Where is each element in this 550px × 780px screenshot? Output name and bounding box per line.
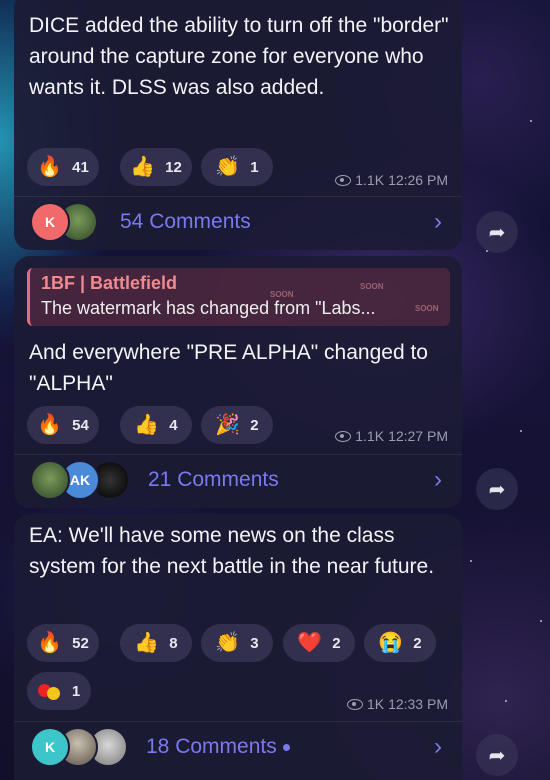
share-icon: ➦	[488, 221, 506, 244]
post-meta: 1.1K 12:27 PM	[335, 428, 448, 444]
reaction-count: 2	[250, 416, 259, 434]
reaction-dots[interactable]: 1	[27, 672, 91, 710]
red-yellow-dots-icon	[37, 682, 62, 700]
reaction-count: 2	[413, 634, 422, 652]
commenter-avatars: K	[30, 202, 120, 242]
star	[520, 430, 522, 432]
reaction-count: 4	[169, 416, 178, 434]
comments-button[interactable]: K 54 Comments ›	[14, 197, 462, 247]
reaction-count: 54	[72, 416, 89, 434]
post-text: DICE added the ability to turn off the "…	[29, 14, 449, 99]
view-count: 1K	[366, 696, 385, 712]
avatar: K	[30, 202, 70, 242]
reaction-count: 2	[332, 634, 341, 652]
reaction-party[interactable]: 🎉 2	[201, 406, 273, 444]
comments-label: 54 Comments	[120, 210, 251, 233]
fire-icon: 🔥	[37, 632, 63, 654]
reaction-count: 8	[169, 634, 178, 652]
fire-icon: 🔥	[37, 414, 63, 436]
reaction-fire[interactable]: 🔥 54	[27, 406, 99, 444]
share-button[interactable]: ➦	[476, 211, 518, 253]
reaction-fire[interactable]: 🔥 41	[27, 148, 99, 186]
reaction-thumbs-up[interactable]: 👍 12	[120, 148, 192, 186]
fire-icon: 🔥	[37, 156, 63, 178]
reaction-fire[interactable]: 🔥 52	[27, 624, 99, 662]
eye-icon	[335, 430, 352, 442]
post-meta: 1K 12:33 PM	[346, 696, 448, 712]
reaction-clap[interactable]: 👏 1	[201, 148, 273, 186]
reaction-count: 1	[250, 158, 259, 176]
post-time: 12:27 PM	[388, 428, 448, 444]
reaction-clap[interactable]: 👏 3	[201, 624, 273, 662]
reaction-count: 52	[72, 634, 89, 652]
reaction-count: 1	[71, 682, 81, 700]
comments-label: 18 Comments	[146, 735, 290, 759]
reaction-thumbs-up[interactable]: 👍 8	[120, 624, 192, 662]
view-count: 1.1K	[355, 172, 385, 188]
eye-icon	[335, 174, 352, 186]
reaction-heart[interactable]: ❤️ 2	[283, 624, 355, 662]
clap-icon: 👏	[215, 156, 241, 178]
commenter-avatars: AK	[30, 460, 148, 500]
channel-post[interactable]: DICE added the ability to turn off the "…	[14, 0, 462, 250]
avatar: K	[30, 727, 70, 767]
reaction-crying[interactable]: 😭 2	[364, 624, 436, 662]
reaction-thumbs-up[interactable]: 👍 4	[120, 406, 192, 444]
star	[470, 560, 472, 562]
channel-post[interactable]: EA: We'll have some news on the class sy…	[14, 514, 462, 780]
reply-quote[interactable]: SOON SOON SOON 1BF | Battlefield The wat…	[27, 268, 450, 326]
chevron-right-icon: ›	[434, 466, 442, 493]
chevron-right-icon: ›	[434, 733, 442, 760]
star	[540, 620, 542, 622]
eye-icon	[346, 698, 363, 710]
unread-dot	[282, 743, 290, 751]
quote-text: The watermark has changed from "Labs...	[41, 298, 376, 318]
heart-icon: ❤️	[297, 632, 323, 654]
avatar	[30, 460, 70, 500]
thumbs-up-icon: 👍	[134, 632, 160, 654]
view-count: 1.1K	[355, 428, 385, 444]
comments-button[interactable]: AK 21 Comments ›	[14, 455, 462, 505]
post-meta: 1.1K 12:26 PM	[335, 172, 448, 188]
share-button[interactable]: ➦	[476, 734, 518, 776]
post-text: EA: We'll have some news on the class sy…	[29, 524, 435, 578]
share-icon: ➦	[488, 478, 506, 501]
commenter-avatars: K	[30, 727, 146, 767]
clap-icon: 👏	[215, 632, 241, 654]
quote-author: 1BF | Battlefield	[41, 273, 178, 293]
comments-label: 21 Comments	[148, 468, 279, 491]
post-time: 12:26 PM	[388, 172, 448, 188]
star	[505, 700, 507, 702]
share-button[interactable]: ➦	[476, 468, 518, 510]
party-popper-icon: 🎉	[215, 414, 241, 436]
star	[530, 120, 532, 122]
thumbs-up-icon: 👍	[134, 414, 160, 436]
channel-post[interactable]: SOON SOON SOON 1BF | Battlefield The wat…	[14, 256, 462, 508]
post-text: And everywhere "PRE ALPHA" changed to "A…	[29, 341, 428, 395]
thumbs-up-icon: 👍	[130, 156, 156, 178]
reaction-count: 41	[72, 158, 89, 176]
crying-face-icon: 😭	[378, 632, 404, 654]
reaction-count: 3	[250, 634, 259, 652]
quote-watermark: SOON	[360, 282, 384, 291]
comments-button[interactable]: K 18 Comments ›	[14, 722, 462, 772]
chevron-right-icon: ›	[434, 208, 442, 235]
share-icon: ➦	[488, 744, 506, 767]
post-time: 12:33 PM	[388, 696, 448, 712]
reaction-count: 12	[165, 158, 182, 176]
